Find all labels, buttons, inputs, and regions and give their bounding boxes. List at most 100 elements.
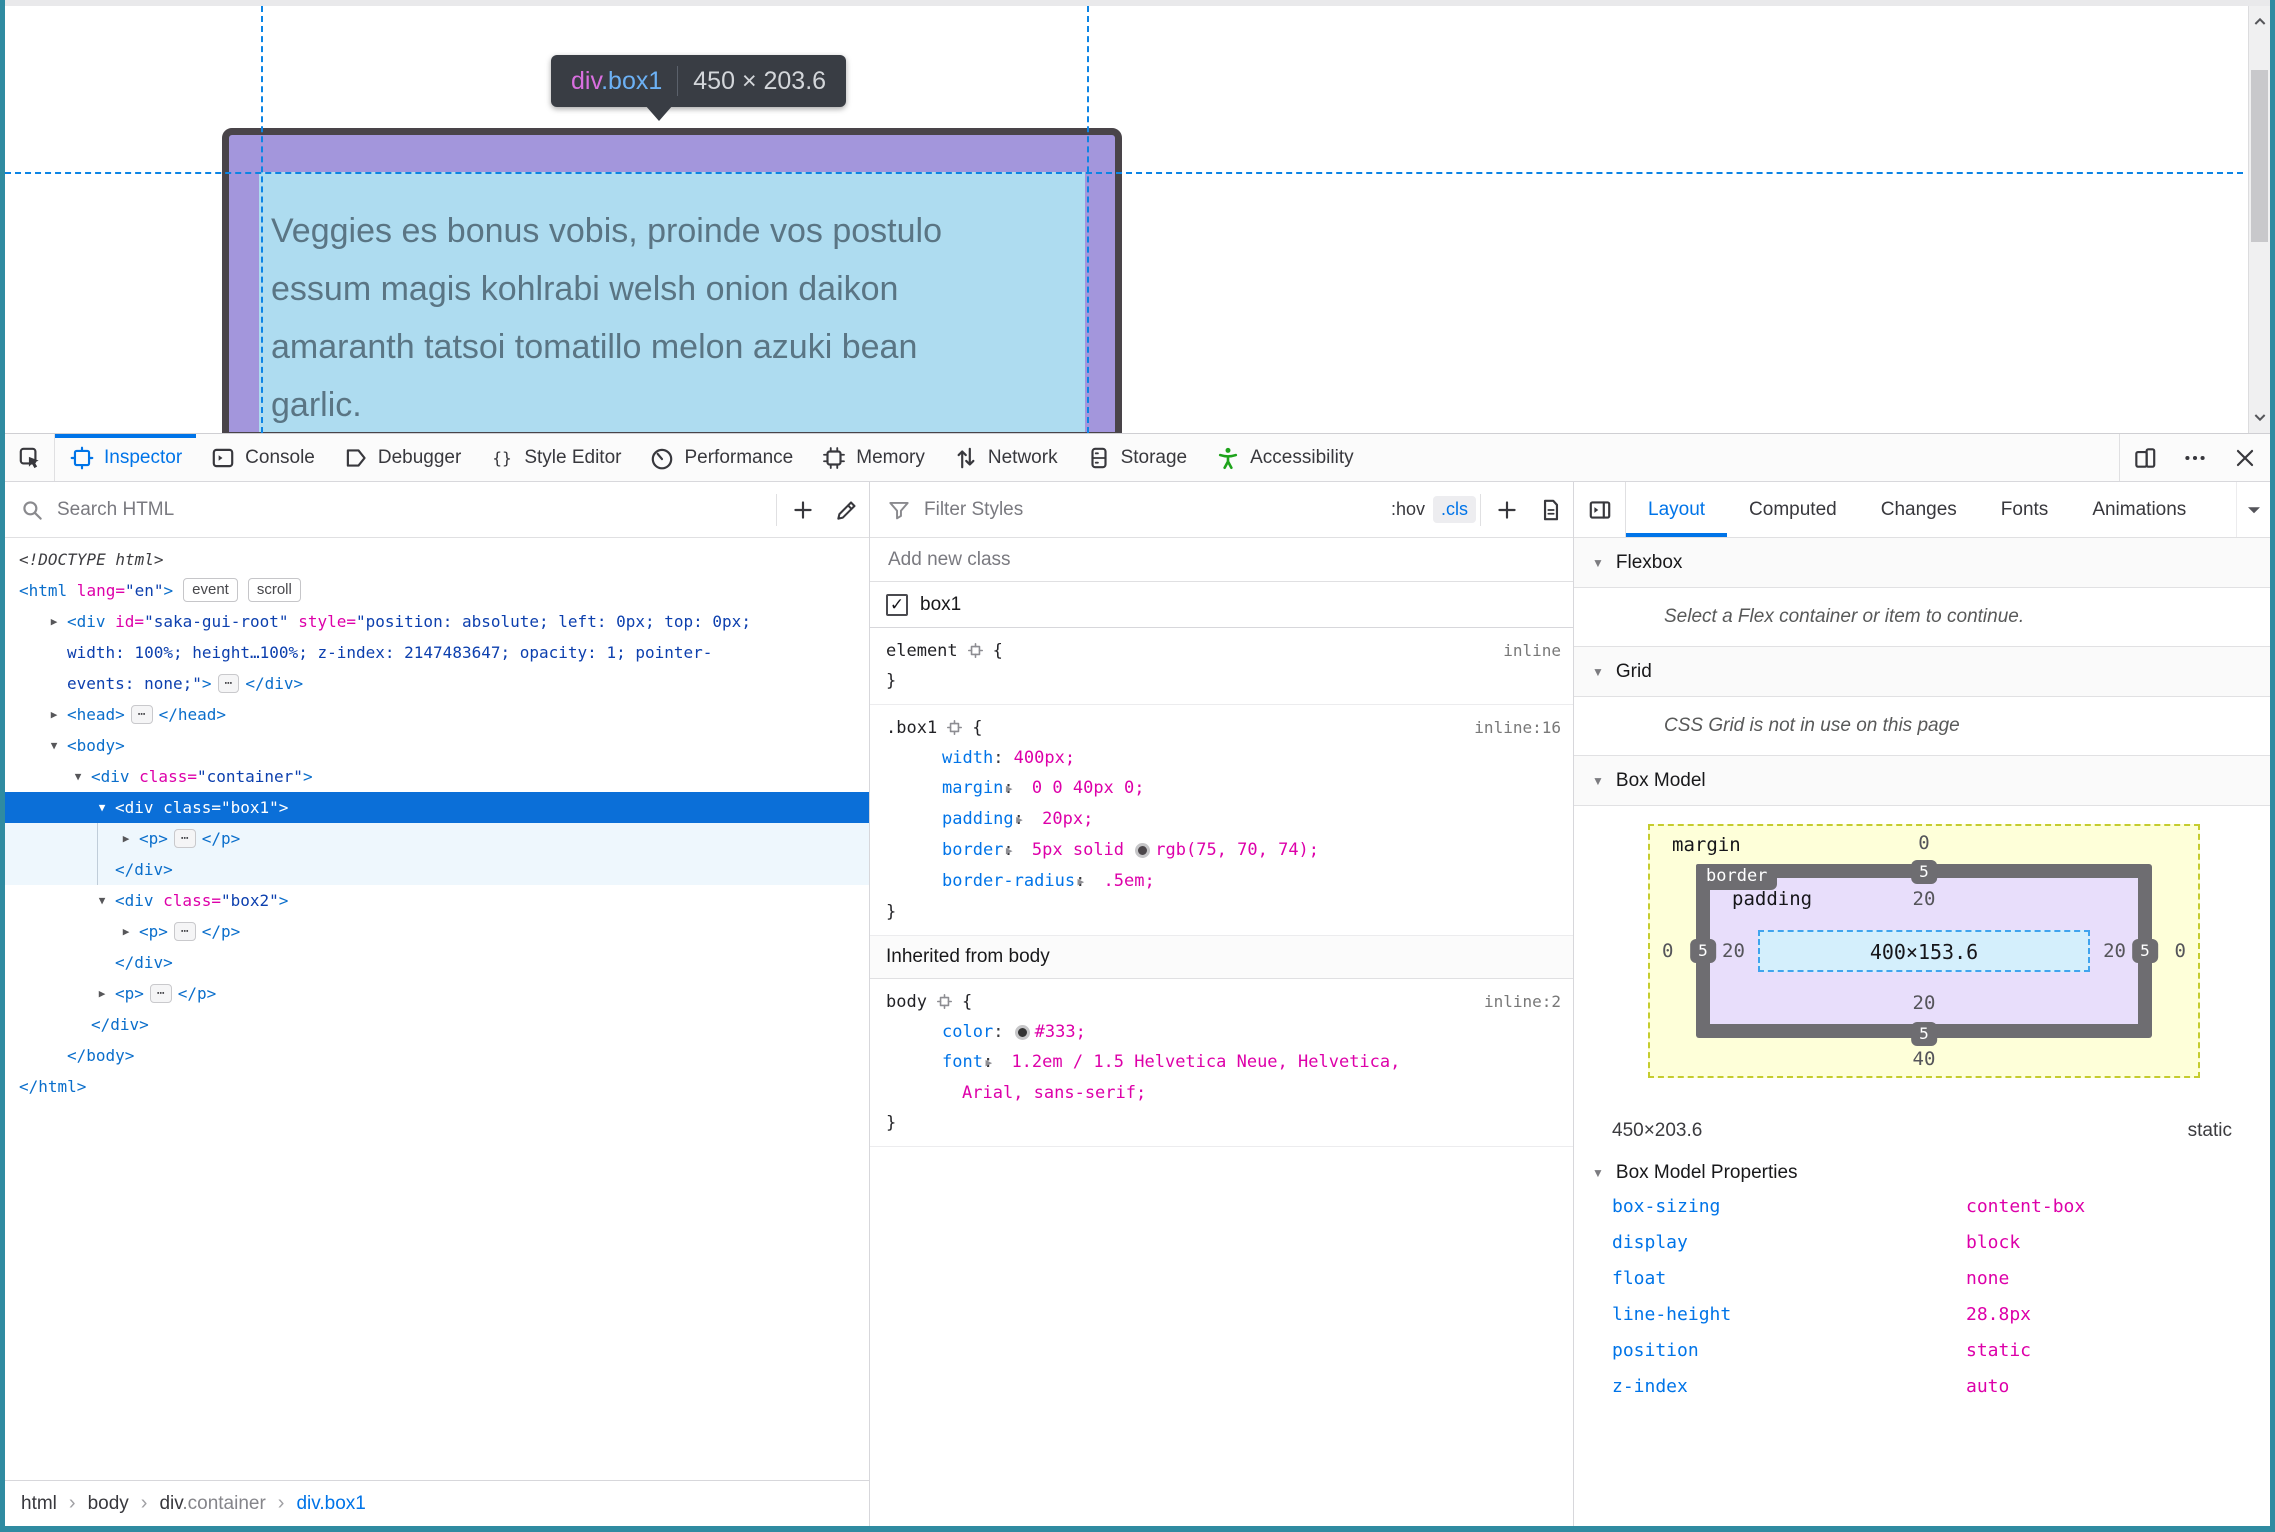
markup-line[interactable]: <html lang="en"> event scroll [5,575,869,606]
markup-line[interactable]: ▼ <div class="container"> [5,761,869,792]
property-value[interactable]: #333; [1014,1022,1086,1042]
markup-line[interactable]: ▶ <p> ⋯ </p> [5,823,869,854]
sidebar-tab-fonts[interactable]: Fonts [1979,482,2071,537]
page-scrollbar[interactable] [2248,6,2270,433]
css-declaration[interactable]: padding: ▶ 20px; [886,804,1561,835]
scrollbar-thumb[interactable] [2251,70,2268,242]
selector-highlighter-icon[interactable] [935,992,954,1011]
padding-right-value[interactable]: 20 [2103,940,2126,962]
color-swatch[interactable] [1014,1025,1030,1040]
box-model-property-name[interactable]: display [1612,1232,1688,1253]
twisty-expanded-icon[interactable]: ▼ [91,885,113,916]
box-model-padding-box[interactable]: padding 20 20 20 20 400×153.6 [1710,878,2138,1024]
scrollbar-down-icon[interactable] [2249,403,2270,431]
breadcrumb-item[interactable]: div.container [159,1493,265,1515]
class-toggle-button[interactable]: .cls [1433,496,1476,523]
markup-line[interactable]: </div> [5,1009,869,1040]
css-declaration[interactable]: font: ▶ 1.2em / 1.5 Helvetica Neue, Helve… [886,1047,1561,1108]
twisty-collapsed-icon[interactable]: ▶ [115,823,137,854]
selector-highlighter-icon[interactable] [966,641,985,660]
box-model-property-name[interactable]: z-index [1612,1376,1688,1397]
markup-line[interactable]: ▶ <p> ⋯ </p> [5,978,869,1009]
selector-highlighter-icon[interactable] [945,718,964,737]
box-model-property-name[interactable]: box-sizing [1612,1196,1720,1217]
add-rule-button[interactable] [1485,482,1529,537]
devtools-tab-console[interactable]: Console [196,434,329,481]
box-model-margin-box[interactable]: margin 0 40 0 0 border padding 20 20 20 [1648,824,2200,1078]
markup-line[interactable]: ▼ <div class="box1"> [5,792,869,823]
box-model-property-value[interactable]: none [1966,1268,2009,1289]
filter-styles-input[interactable] [922,497,1383,522]
tabs-overflow-button[interactable] [2236,482,2270,537]
class-checkbox[interactable]: ✓ [886,593,908,616]
rule-source-link[interactable]: inline [1503,636,1561,666]
padding-bottom-value[interactable]: 20 [1913,992,1936,1014]
breadcrumb-item[interactable]: body [88,1493,129,1515]
ellipsis-chip[interactable]: ⋯ [149,984,172,1003]
property-name[interactable]: border [942,840,1003,860]
box-model-property-name[interactable]: line-height [1612,1304,1731,1325]
twisty-expanded-icon[interactable]: ▼ [91,792,113,823]
border-bottom-value[interactable]: 5 [1911,1022,1937,1046]
property-value[interactable]: .5em; [1104,871,1155,891]
sidebar-tab-computed[interactable]: Computed [1727,482,1859,537]
devtools-tab-inspector[interactable]: Inspector [55,434,196,481]
property-name[interactable]: border-radius [942,871,1075,891]
devtools-tab-debugger[interactable]: Debugger [329,434,475,481]
property-value[interactable]: 1.2em / 1.5 Helvetica Neue, Helvetica, A… [962,1052,1400,1103]
markup-line[interactable]: ▶ <div id="saka-gui-root" style="position… [5,606,760,699]
devtools-tab-accessibility[interactable]: Accessibility [1201,434,1367,481]
property-name[interactable]: color [942,1022,993,1042]
border-top-value[interactable]: 5 [1911,860,1937,884]
ellipsis-chip[interactable]: ⋯ [173,829,196,848]
search-html-input[interactable] [55,497,772,522]
property-value[interactable]: 0 0 40px 0; [1032,778,1145,798]
rule-selector[interactable]: element [886,641,958,661]
box-model-content-box[interactable]: 400×153.6 [1758,930,2090,972]
devtools-tab-network[interactable]: Network [939,434,1072,481]
pseudo-class-button[interactable]: :hov [1383,496,1433,523]
markup-line[interactable]: ▼ <body> [5,730,869,761]
twisty-collapsed-icon[interactable]: ▶ [115,916,137,947]
css-declaration[interactable]: color: #333; [886,1017,1561,1047]
twisty-collapsed-icon[interactable]: ▶ [91,978,113,1009]
color-swatch[interactable] [1135,843,1151,858]
ellipsis-chip[interactable]: ⋯ [173,922,196,941]
add-node-button[interactable] [781,482,825,537]
margin-left-value[interactable]: 0 [1662,940,1673,962]
node-picker-button[interactable] [5,434,55,481]
scrollbar-up-icon[interactable] [2249,8,2270,36]
markup-badge[interactable]: scroll [247,578,301,602]
flexbox-section-header[interactable]: ▼ Flexbox [1574,538,2270,588]
property-value[interactable]: 5px solid rgb(75, 70, 74); [1032,840,1319,860]
property-name[interactable]: margin [942,778,1003,798]
rule-source-link[interactable]: inline:2 [1484,987,1561,1017]
border-left-value[interactable]: 5 [1690,939,1716,963]
sidebar-tab-layout[interactable]: Layout [1626,482,1727,537]
box-model-property-value[interactable]: block [1966,1232,2020,1253]
box-model-property-value[interactable]: 28.8px [1966,1304,2031,1325]
ellipsis-chip[interactable]: ⋯ [217,674,240,693]
markup-badge[interactable]: event [183,578,238,602]
css-declaration[interactable]: border-radius: ▶ .5em; [886,866,1561,897]
css-declaration[interactable]: margin: ▶ 0 0 40px 0; [886,773,1561,804]
add-new-class-input[interactable] [886,547,1557,572]
markup-line[interactable]: </div> [5,947,869,978]
property-name[interactable]: width [942,748,993,768]
twisty-expanded-icon[interactable]: ▼ [67,761,89,792]
border-right-value[interactable]: 5 [2132,939,2158,963]
devtools-menu-button[interactable] [2170,434,2220,481]
twisty-collapsed-icon[interactable]: ▶ [43,699,65,730]
css-declaration[interactable]: width: 400px; [886,743,1561,773]
padding-top-value[interactable]: 20 [1913,888,1936,910]
eyedropper-button[interactable] [825,482,869,537]
margin-top-value[interactable]: 0 [1918,832,1929,854]
box-model-section-header[interactable]: ▼ Box Model [1574,756,2270,806]
rule-source-link[interactable]: inline:16 [1474,713,1561,743]
devtools-tab-performance[interactable]: Performance [635,434,807,481]
sidebar-tab-animations[interactable]: Animations [2070,482,2208,537]
markup-line[interactable]: ▶ <p> ⋯ </p> [5,916,869,947]
property-name[interactable]: font [942,1052,983,1072]
rule-selector[interactable]: body [886,992,927,1012]
markup-line[interactable]: <!DOCTYPE html> [5,544,869,575]
